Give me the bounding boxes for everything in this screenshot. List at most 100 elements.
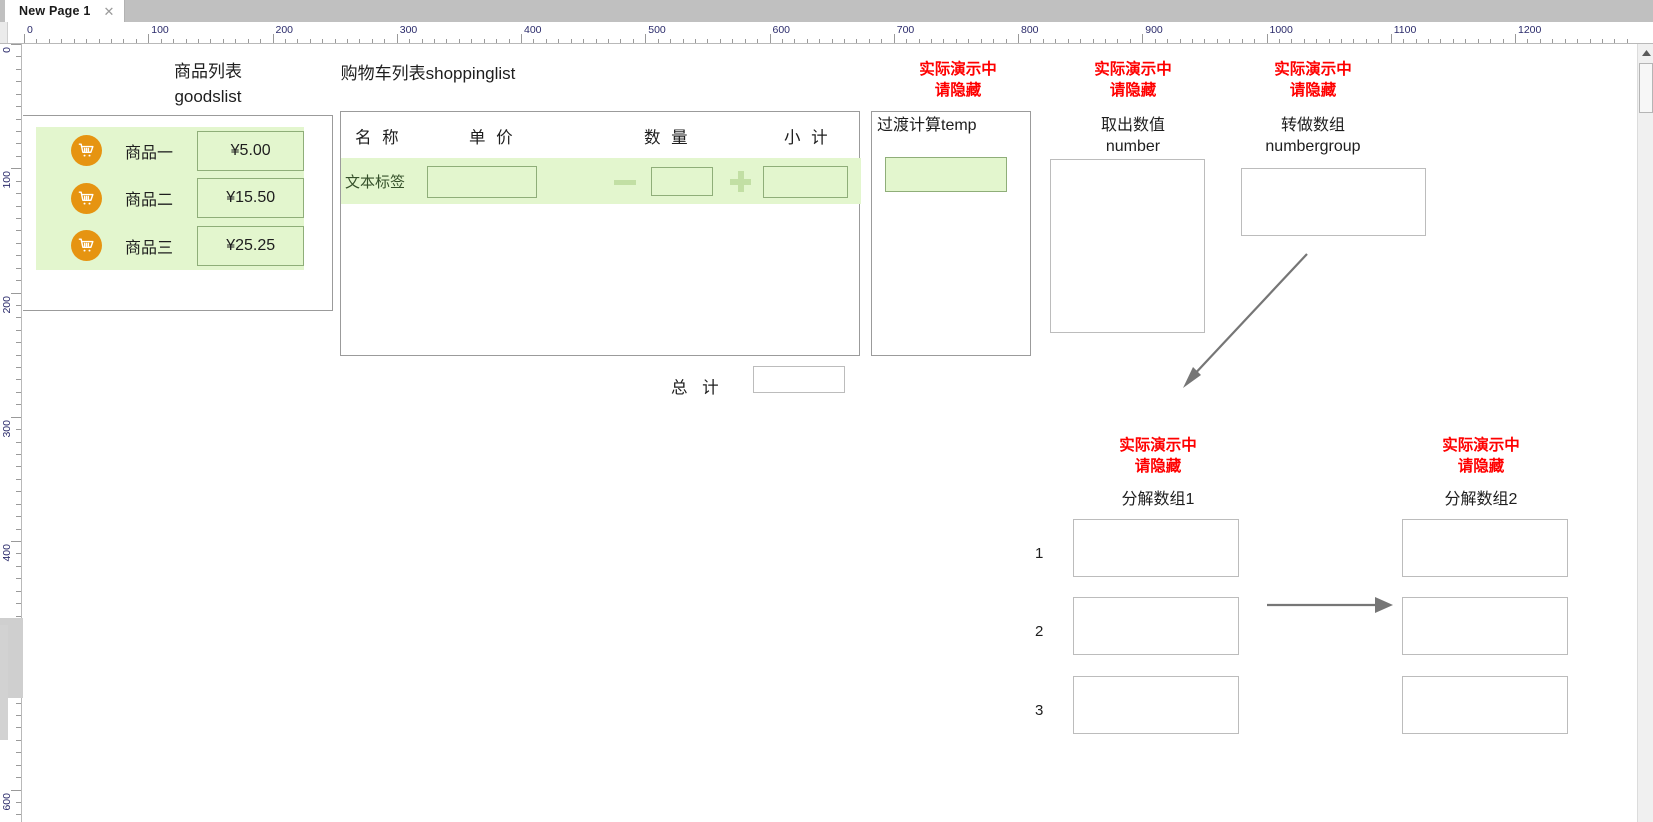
- ruler-tick: [1477, 39, 1479, 43]
- ruler-tick: [16, 801, 21, 803]
- ruler-tick: [1080, 39, 1082, 43]
- ruler-tick: [297, 39, 299, 43]
- ruler-label: 600: [772, 24, 791, 36]
- ruler-tick: [16, 130, 21, 132]
- ruler-tick: [1577, 39, 1579, 43]
- split-array-2-input-3[interactable]: [1402, 676, 1568, 734]
- ruler-tick: [16, 367, 21, 369]
- split-array-2-input-1[interactable]: [1402, 519, 1568, 577]
- ruler-label: 400: [524, 24, 542, 36]
- ruler-tick: [732, 39, 734, 43]
- ruler-tick: [1179, 39, 1181, 43]
- ruler-tick: [421, 39, 423, 43]
- ruler-tick: [806, 39, 808, 43]
- ruler-tick: [1104, 39, 1106, 43]
- ruler-tick: [16, 217, 21, 219]
- ruler-tick: [620, 39, 622, 43]
- ruler-tick: [993, 39, 995, 43]
- ruler-label: 400: [1, 544, 13, 562]
- ruler-tick: [856, 39, 858, 43]
- ruler-tick: [16, 280, 21, 282]
- ruler-tick: [607, 39, 609, 43]
- ruler-tick: [160, 39, 162, 43]
- ruler-tick: [831, 39, 833, 43]
- ruler-tick: [16, 155, 21, 157]
- ruler-tick: [222, 39, 224, 43]
- ruler-tick: [86, 39, 88, 43]
- ruler-tick: [533, 39, 535, 43]
- ruler-tick: [1502, 39, 1504, 43]
- ruler-tick: [16, 454, 21, 456]
- ruler-tick: [123, 39, 125, 43]
- tab-new-page-1[interactable]: New Page 1 ✕: [5, 0, 126, 22]
- ruler-tick: [1539, 39, 1541, 43]
- split-array-2-warning-line1: 实际演示中: [1442, 437, 1520, 454]
- ruler-tick: [16, 528, 21, 530]
- ruler-tick: [16, 553, 21, 555]
- ruler-tick: [819, 39, 821, 43]
- ruler-tick: [980, 39, 982, 43]
- close-icon[interactable]: ✕: [103, 5, 114, 18]
- ruler-tick: [16, 777, 21, 779]
- ruler-tick: [16, 354, 21, 356]
- ruler-tick: [359, 39, 361, 43]
- ruler-tick: [16, 491, 21, 493]
- ruler-tick: [1589, 39, 1591, 43]
- ruler-tick: [521, 34, 522, 43]
- split-array-2-warning-line2: 请隐藏: [1457, 458, 1505, 475]
- scroll-up-arrow-icon[interactable]: [1638, 44, 1653, 61]
- ruler-tick: [16, 255, 21, 257]
- ruler-tick: [16, 814, 21, 816]
- ruler-tick: [595, 39, 597, 43]
- ruler-tick: [173, 39, 175, 43]
- ruler-tick: [16, 516, 21, 518]
- ruler-tick: [632, 39, 634, 43]
- ruler-label: 800: [1021, 24, 1039, 36]
- left-vertical-scrollbar-thumb[interactable]: [0, 625, 8, 740]
- ruler-tick: [794, 39, 796, 43]
- ruler-tick: [16, 404, 21, 406]
- ruler-label: 100: [1, 171, 13, 189]
- ruler-tick: [1328, 39, 1330, 43]
- ruler-tick: [73, 39, 75, 43]
- ruler-tick: [719, 39, 721, 43]
- ruler-label: 900: [1145, 24, 1163, 36]
- ruler-tick: [16, 503, 21, 505]
- ruler-tick: [1390, 34, 1392, 43]
- ruler-tick: [1601, 39, 1603, 43]
- ruler-tick: [11, 292, 21, 294]
- ruler-tick: [16, 603, 21, 605]
- ruler-tick: [458, 39, 460, 43]
- ruler-tick: [446, 39, 448, 43]
- ruler-tick: [24, 34, 25, 43]
- ruler-tick: [148, 34, 150, 43]
- ruler-tick: [16, 565, 21, 567]
- split-array-2-warning: 实际演示中 请隐藏: [1401, 435, 1561, 477]
- ruler-tick: [16, 342, 21, 344]
- ruler-tick: [235, 39, 237, 43]
- ruler-tick: [16, 106, 21, 108]
- ruler-label: 0: [1, 47, 13, 53]
- ruler-label: 1000: [1269, 24, 1293, 36]
- ruler-tick: [1626, 39, 1628, 43]
- ruler-tick: [1365, 39, 1367, 43]
- ruler-label: 600: [1, 792, 13, 811]
- ruler-tick: [1515, 34, 1516, 43]
- ruler-tick: [1142, 34, 1144, 43]
- ruler-tick: [396, 34, 398, 43]
- design-canvas[interactable]: 商品列表 goodslist 商品一 ¥5.00 商品二 ¥15.50 商品三 …: [23, 45, 1637, 822]
- ruler-tick: [694, 39, 696, 43]
- vertical-scrollbar-thumb[interactable]: [1639, 63, 1653, 113]
- ruler-tick: [1030, 39, 1032, 43]
- ruler-tick: [1353, 39, 1355, 43]
- ruler-tick: [1341, 39, 1343, 43]
- ruler-tick: [955, 39, 957, 43]
- vertical-scrollbar[interactable]: [1637, 44, 1653, 822]
- ruler-tick: [16, 764, 21, 766]
- ruler-tick: [48, 39, 50, 43]
- ruler-tick: [16, 56, 21, 58]
- ruler-tick: [1191, 39, 1193, 43]
- ruler-tick: [16, 81, 21, 83]
- ruler-tick: [1117, 39, 1119, 43]
- split-array-2-input-2[interactable]: [1402, 597, 1568, 655]
